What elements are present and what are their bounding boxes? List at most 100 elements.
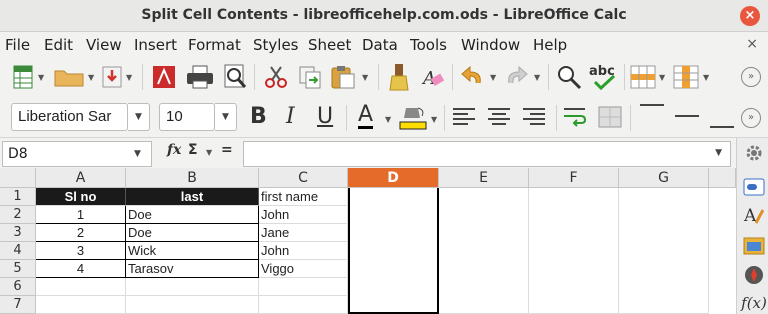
cell-c5[interactable]: Viggo (259, 260, 348, 278)
menu-file[interactable]: File (5, 36, 30, 54)
cell-b2[interactable]: Doe (126, 206, 259, 224)
cell-c7[interactable] (259, 296, 348, 314)
row-header-4[interactable]: 4 (0, 242, 36, 260)
print-preview-icon[interactable] (222, 64, 248, 90)
menu-styles[interactable]: Styles (253, 36, 299, 54)
cell-c3[interactable]: Jane (259, 224, 348, 242)
cell-b3[interactable]: Doe (126, 224, 259, 242)
undo-icon[interactable] (460, 65, 486, 89)
expand-formula-icon[interactable]: ▼ (715, 148, 722, 158)
redo-icon[interactable] (503, 65, 529, 89)
menu-format[interactable]: Format (188, 36, 241, 54)
row-header-2[interactable]: 2 (0, 206, 36, 224)
copy-icon[interactable] (298, 65, 322, 89)
font-size-input[interactable]: 10 (159, 103, 215, 131)
column-header-d[interactable]: D (348, 168, 439, 188)
cell-a6[interactable] (36, 278, 126, 296)
cut-icon[interactable] (264, 65, 288, 89)
open-dropdown-icon[interactable]: ▼ (88, 73, 94, 82)
cell-b1[interactable]: last (126, 188, 259, 206)
redo-dropdown-icon[interactable]: ▼ (534, 73, 540, 82)
merge-cells-icon[interactable] (598, 106, 622, 128)
cell-b6[interactable] (126, 278, 259, 296)
sidebar-properties-icon[interactable] (743, 176, 765, 198)
more-options-icon[interactable]: » (741, 67, 761, 87)
cell-b4[interactable]: Wick (126, 242, 259, 260)
column-header-b[interactable]: B (126, 168, 259, 188)
menu-sheet[interactable]: Sheet (308, 36, 351, 54)
cell-c2[interactable]: John (259, 206, 348, 224)
menu-tools[interactable]: Tools (410, 36, 447, 54)
close-window-button[interactable]: × (740, 6, 760, 26)
menu-window[interactable]: Window (461, 36, 520, 54)
menu-help[interactable]: Help (533, 36, 567, 54)
column-e-cells[interactable] (439, 188, 529, 314)
more-format-options-icon[interactable]: » (741, 108, 761, 128)
formula-input[interactable]: ▼ (243, 141, 731, 167)
spelling-icon[interactable]: abc (588, 62, 618, 92)
sidebar-navigator-icon[interactable] (743, 264, 765, 286)
paste-icon[interactable] (330, 65, 356, 89)
formula-button[interactable]: = (221, 142, 233, 158)
name-box-input[interactable]: D8 (2, 141, 152, 167)
cell-b5[interactable]: Tarasov (126, 260, 259, 278)
save-icon[interactable] (102, 65, 122, 89)
cell-a2[interactable]: 1 (36, 206, 126, 224)
menu-edit[interactable]: Edit (44, 36, 73, 54)
cell-c4[interactable]: John (259, 242, 348, 260)
bold-button[interactable]: B (250, 104, 267, 129)
new-spreadsheet-icon[interactable] (12, 65, 34, 89)
cell-c1[interactable]: first name (259, 188, 348, 206)
new-dropdown-icon[interactable]: ▼ (38, 73, 44, 82)
highlight-color-icon[interactable] (398, 104, 428, 130)
column-f-cells[interactable] (529, 188, 619, 314)
cell-c6[interactable] (259, 278, 348, 296)
cell-b7[interactable] (126, 296, 259, 314)
menu-data[interactable]: Data (362, 36, 398, 54)
select-all-corner[interactable] (0, 168, 36, 188)
column-dropdown-icon[interactable]: ▼ (703, 73, 709, 82)
name-box-dropdown-icon[interactable]: ▼ (134, 141, 141, 167)
underline-button[interactable]: U (317, 104, 333, 129)
column-icon[interactable] (673, 65, 699, 89)
italic-button[interactable]: I (286, 104, 295, 129)
sidebar-gallery-icon[interactable] (743, 234, 765, 256)
column-header-a[interactable]: A (36, 168, 126, 188)
sum-dropdown-icon[interactable]: ▼ (206, 148, 212, 157)
undo-dropdown-icon[interactable]: ▼ (490, 73, 496, 82)
cell-a4[interactable]: 3 (36, 242, 126, 260)
cell-a7[interactable] (36, 296, 126, 314)
print-icon[interactable] (186, 65, 214, 89)
highlight-dropdown-icon[interactable]: ▼ (431, 115, 437, 124)
row-header-3[interactable]: 3 (0, 224, 36, 242)
menu-insert[interactable]: Insert (134, 36, 177, 54)
paste-dropdown-icon[interactable]: ▼ (362, 73, 368, 82)
column-header-f[interactable]: F (529, 168, 619, 188)
clear-formatting-icon[interactable]: A (421, 65, 445, 89)
column-header-e[interactable]: E (439, 168, 529, 188)
column-g-cells[interactable] (619, 188, 709, 314)
row-header-1[interactable]: 1 (0, 188, 36, 206)
open-folder-icon[interactable] (54, 67, 84, 87)
sidebar-settings-icon[interactable] (743, 142, 765, 164)
menu-view[interactable]: View (86, 36, 122, 54)
sum-button[interactable]: Σ (188, 142, 198, 158)
row-header-5[interactable]: 5 (0, 260, 36, 278)
sidebar-styles-icon[interactable]: A (743, 204, 765, 226)
function-wizard-button[interactable]: fx (167, 142, 181, 158)
row-icon[interactable] (630, 65, 656, 89)
row-header-6[interactable]: 6 (0, 278, 36, 296)
close-document-button[interactable]: × (746, 36, 758, 52)
font-name-dropdown-icon[interactable]: ▼ (128, 103, 150, 131)
cell-a5[interactable]: 4 (36, 260, 126, 278)
find-replace-icon[interactable] (556, 64, 582, 90)
export-pdf-icon[interactable] (152, 65, 176, 89)
spreadsheet-grid[interactable]: A B C D E F G 1 2 3 4 5 6 7 Sl no last f… (0, 168, 736, 314)
column-header-c[interactable]: C (259, 168, 348, 188)
font-color-dropdown-icon[interactable]: ▼ (385, 115, 391, 124)
wrap-text-icon[interactable] (563, 106, 587, 128)
font-name-input[interactable]: Liberation Sar (11, 103, 128, 131)
column-header-h[interactable] (709, 168, 736, 188)
save-dropdown-icon[interactable]: ▼ (126, 73, 132, 82)
clone-formatting-icon[interactable] (387, 63, 411, 91)
